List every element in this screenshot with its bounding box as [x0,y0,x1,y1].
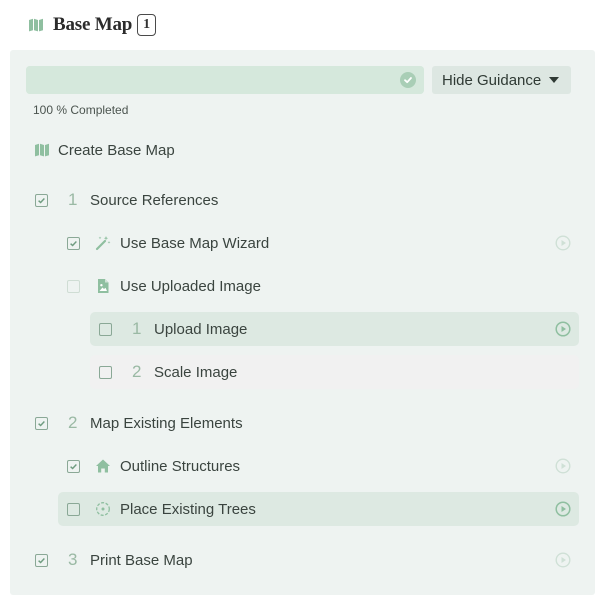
progress-fill [26,66,424,94]
step-number: 2 [68,413,78,432]
house-icon [94,457,112,475]
step-number: 3 [68,550,78,569]
step-scale-image[interactable]: 2 Scale Image [90,355,579,389]
play-circle-icon[interactable] [555,501,571,517]
checkbox-checked[interactable] [35,416,48,430]
step-label: Print Base Map [90,551,193,569]
step-label: Source References [90,191,219,209]
section-create-base-map: Create Base Map [34,139,175,161]
step-place-existing-trees[interactable]: Place Existing Trees [58,492,579,526]
step-print-base-map[interactable]: 3 Print Base Map [26,543,581,577]
checkbox-checked[interactable] [67,236,80,250]
step-label: Place Existing Trees [120,500,256,518]
step-label: Upload Image [154,320,248,338]
step-use-base-map-wizard[interactable]: Use Base Map Wizard [58,226,581,260]
checkbox-unchecked[interactable] [99,322,112,336]
hide-guidance-label: Hide Guidance [442,71,542,89]
map-icon [34,143,50,157]
step-map-existing-elements[interactable]: 2 Map Existing Elements [26,406,581,440]
caret-down-icon [549,77,560,83]
check-circle-icon [400,72,416,88]
play-circle-icon[interactable] [555,458,571,474]
step-source-references[interactable]: 1 Source References [26,183,581,217]
progress-bar [26,66,424,94]
checkbox-unchecked[interactable] [67,279,80,293]
play-circle-icon[interactable] [555,321,571,337]
step-label: Scale Image [154,363,238,381]
section-title-label: Create Base Map [58,141,175,159]
count-badge: 1 [137,14,157,36]
checkbox-checked[interactable] [35,193,48,207]
play-circle-icon[interactable] [555,235,571,251]
tree-icon [94,500,112,518]
step-outline-structures[interactable]: Outline Structures [58,449,581,483]
image-file-icon [94,277,112,295]
map-icon [28,18,44,32]
step-number: 2 [132,362,142,381]
step-upload-image[interactable]: 1 Upload Image [90,312,579,346]
page-title: Base Map [53,14,133,35]
step-use-uploaded-image[interactable]: Use Uploaded Image [58,269,581,303]
checkbox-unchecked[interactable] [67,502,80,516]
checkbox-checked[interactable] [67,459,80,473]
play-circle-icon[interactable] [555,552,571,568]
step-label: Outline Structures [120,457,241,475]
step-label: Map Existing Elements [90,414,243,432]
step-label: Use Uploaded Image [120,277,261,295]
header: Base Map 1 [28,12,157,38]
hide-guidance-button[interactable]: Hide Guidance [432,66,571,94]
step-number: 1 [68,190,78,209]
completed-label: 100 % Completed [33,103,129,117]
step-label: Use Base Map Wizard [120,234,270,252]
magic-wand-icon [94,234,112,252]
checkbox-checked[interactable] [35,553,48,567]
checkbox-unchecked[interactable] [99,365,112,379]
step-number: 1 [132,319,142,338]
